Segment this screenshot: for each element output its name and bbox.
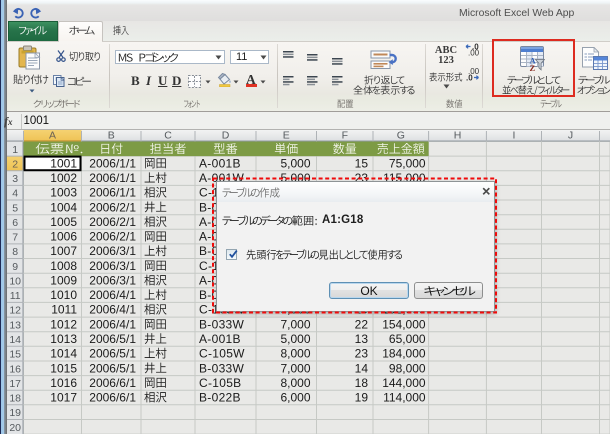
svg-text:18: 18 [9,393,21,405]
svg-text:65,000: 65,000 [389,332,426,346]
svg-text:4: 4 [12,188,18,200]
svg-text:1015: 1015 [50,361,77,375]
svg-text:114,000: 114,000 [383,391,426,405]
svg-text:10: 10 [9,276,21,288]
svg-text:5,000: 5,000 [280,332,310,346]
svg-text:2006/3/1: 2006/3/1 [89,274,136,288]
svg-text:2006/4/1: 2006/4/1 [89,288,136,302]
svg-text:D: D [222,130,230,142]
svg-text:13: 13 [9,319,21,331]
svg-text:2006/5/1: 2006/5/1 [89,347,136,361]
svg-text:2006/3/1: 2006/3/1 [89,244,136,258]
svg-text:144,000: 144,000 [382,376,426,390]
svg-text:H: H [454,130,462,142]
svg-text:1012: 1012 [50,317,77,331]
svg-text:1009: 1009 [50,274,77,288]
svg-text:2006/1/1: 2006/1/1 [89,156,136,170]
svg-text:2006/1/1: 2006/1/1 [89,171,136,185]
svg-text:J: J [568,130,573,142]
svg-text:B-033W: B-033W [199,317,245,331]
svg-text:7,000: 7,000 [280,317,310,331]
svg-text:1011: 1011 [51,303,77,317]
svg-text:1006: 1006 [50,230,77,244]
svg-text:22: 22 [355,317,369,331]
svg-text:1008: 1008 [50,259,77,273]
svg-text:1005: 1005 [50,215,77,229]
svg-text:1014: 1014 [50,347,77,361]
svg-text:11: 11 [10,290,21,302]
svg-text:7,000: 7,000 [280,361,310,375]
svg-text:184,000: 184,000 [382,347,426,361]
svg-text:3: 3 [12,173,18,185]
svg-text:2006/3/1: 2006/3/1 [89,259,136,273]
svg-text:9: 9 [12,261,18,273]
svg-text:20: 20 [9,422,21,434]
svg-text:154,000: 154,000 [382,317,426,331]
svg-text:C-105B: C-105B [199,376,242,390]
svg-text:1016: 1016 [50,376,77,390]
svg-text:2006/5/1: 2006/5/1 [89,332,136,346]
svg-text:15: 15 [9,349,21,361]
svg-text:13: 13 [355,332,369,346]
svg-text:1003: 1003 [50,186,77,200]
svg-text:2006/1/1: 2006/1/1 [89,186,136,200]
svg-text:18: 18 [355,376,369,390]
svg-text:2006/2/1: 2006/2/1 [89,215,136,229]
svg-text:2006/4/1: 2006/4/1 [89,303,136,317]
svg-text:A-001B: A-001B [199,156,241,170]
svg-text:1002: 1002 [50,171,77,185]
svg-text:2006/2/1: 2006/2/1 [89,230,136,244]
svg-text:12: 12 [9,305,21,317]
svg-text:5,000: 5,000 [280,156,310,170]
svg-text:17: 17 [9,378,21,390]
svg-text:I: I [513,130,516,142]
svg-text:B-022B: B-022B [199,391,241,405]
svg-text:A-001B: A-001B [199,332,241,346]
svg-text:8,000: 8,000 [280,376,310,390]
svg-text:1001: 1001 [50,156,77,170]
svg-text:1004: 1004 [50,200,77,214]
svg-text:1010: 1010 [50,288,77,302]
svg-text:2006/6/1: 2006/6/1 [89,376,136,390]
svg-text:2006/5/1: 2006/5/1 [89,361,136,375]
svg-text:2006/6/1: 2006/6/1 [89,391,136,405]
svg-text:75,000: 75,000 [389,156,426,170]
svg-text:1013: 1013 [50,332,77,346]
svg-text:A: A [49,130,56,142]
svg-text:G: G [397,130,405,142]
svg-text:8,000: 8,000 [280,347,310,361]
svg-text:C-105W: C-105W [199,347,245,361]
svg-text:2006/4/1: 2006/4/1 [89,317,136,331]
svg-text:1007: 1007 [50,244,77,258]
svg-text:6,000: 6,000 [280,391,310,405]
svg-text:2: 2 [12,158,18,170]
svg-text:E: E [283,130,290,142]
svg-text:14: 14 [9,334,21,346]
svg-text:2006/2/1: 2006/2/1 [89,200,136,214]
svg-text:19: 19 [355,391,369,405]
svg-text:19: 19 [9,407,21,419]
svg-text:F: F [342,130,348,142]
svg-text:1017: 1017 [50,391,77,405]
svg-text:B: B [108,130,115,142]
svg-text:23: 23 [355,347,369,361]
svg-text:15: 15 [355,156,369,170]
svg-text:5: 5 [12,202,18,214]
svg-text:98,000: 98,000 [389,361,426,375]
svg-text:B-033W: B-033W [199,361,245,375]
svg-text:6: 6 [12,217,18,229]
svg-text:14: 14 [355,361,369,375]
svg-text:1: 1 [12,144,18,156]
svg-text:16: 16 [9,363,21,375]
svg-text:7: 7 [12,232,18,244]
svg-text:8: 8 [12,246,18,258]
svg-text:C: C [164,130,172,142]
